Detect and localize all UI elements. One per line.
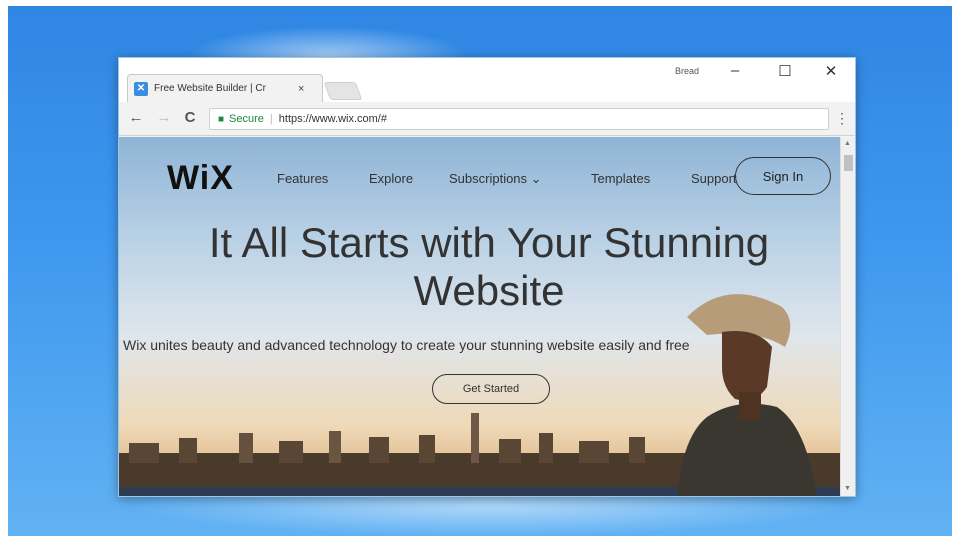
tab-close-button[interactable]: × [298,83,304,95]
lock-icon: ■ [218,113,225,125]
browser-window: ✕ Free Website Builder | Cr × Bread – ☐ … [118,57,856,497]
kebab-menu-icon[interactable]: ⋮ [835,110,849,127]
reload-icon[interactable]: C [181,109,199,126]
scroll-up-icon[interactable]: ▲ [844,140,851,147]
url-text[interactable]: https://www.wix.com/# [279,113,387,125]
browser-tab[interactable]: ✕ Free Website Builder | Cr × [127,74,323,102]
nav-support[interactable]: Support [691,171,737,186]
secure-label: Secure [229,113,264,125]
minimize-button[interactable]: – [723,62,747,79]
maximize-button[interactable]: ☐ [773,62,797,80]
new-tab-button[interactable] [323,82,363,100]
web-page: WiX Features Explore Subscriptions ⌄ Tem… [119,137,840,496]
subheadline: Wix unites beauty and advanced technolog… [123,337,690,353]
scroll-down-icon[interactable]: ▼ [844,485,851,492]
scroll-thumb[interactable] [844,155,853,171]
back-arrow-icon[interactable]: ← [127,109,145,126]
profile-button[interactable]: Bread [675,66,699,76]
get-started-button[interactable]: Get Started [432,374,550,404]
sign-in-button[interactable]: Sign In [735,157,831,195]
page-headline: It All Starts with Your Stunning Website [119,219,840,315]
forward-arrow-icon[interactable]: → [155,109,173,126]
nav-subscriptions[interactable]: Subscriptions ⌄ [449,171,542,187]
headline-line-1: It All Starts with Your Stunning [208,219,770,266]
page-scrollbar[interactable]: ▲ ▼ [840,137,855,496]
close-button[interactable]: ✕ [819,62,843,80]
nav-templates[interactable]: Templates [591,171,650,186]
title-bar: ✕ Free Website Builder | Cr × Bread – ☐ … [119,58,855,102]
wix-favicon-icon: ✕ [134,81,148,96]
browser-toolbar: ← → C ■ Secure | https://www.wix.com/# ⋮ [119,102,855,136]
tab-title: Free Website Builder | Cr [154,83,266,94]
wix-logo[interactable]: WiX [167,159,234,198]
headline-line-2: Website [413,267,565,314]
nav-features[interactable]: Features [277,171,328,186]
divider: | [269,113,273,125]
nav-explore[interactable]: Explore [369,171,413,186]
address-bar[interactable]: ■ Secure | https://www.wix.com/# [209,108,829,130]
